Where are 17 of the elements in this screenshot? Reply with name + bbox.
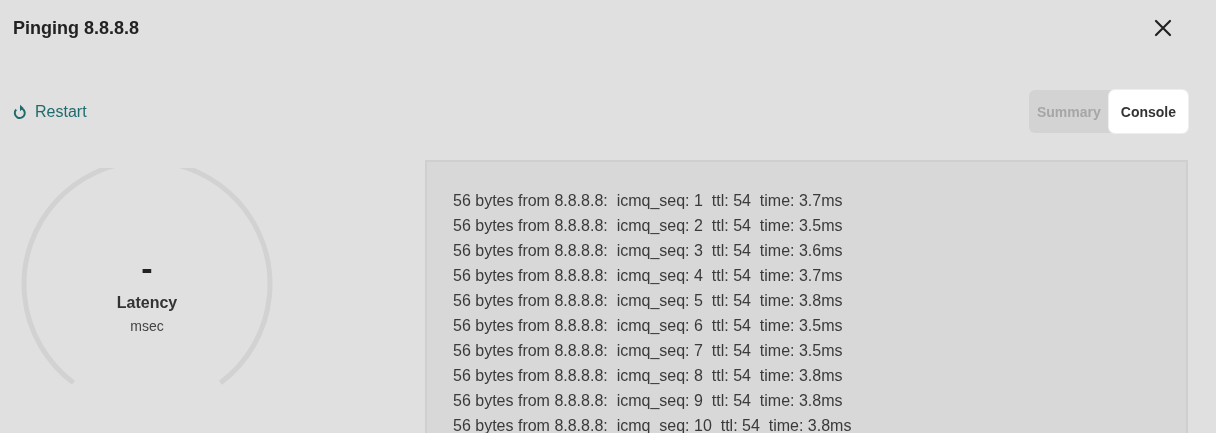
console-line: 56 bytes from 8.8.8.8: icmq_seq: 1 ttl: 54 time: 3.7ms [453, 191, 844, 211]
restart-icon [13, 103, 27, 120]
console-line: 56 bytes from 8.8.8.8: icmq_seq: 4 ttl: 54 time: 3.7ms [453, 266, 844, 286]
console-line: 56 bytes from 8.8.8.8: icmq_seq: 7 ttl: 54 time: 3.5ms [453, 341, 844, 361]
console-line: 56 bytes from 8.8.8.8: icmq_seq: 5 ttl: 54 time: 3.8ms [453, 291, 844, 311]
console-line: 56 bytes from 8.8.8.8: icmq_seq: 9 ttl: 54 time: 3.8ms [453, 391, 844, 411]
restart-button[interactable]: Restart [13, 102, 87, 121]
console-line: 56 bytes from 8.8.8.8: icmq_seq: 2 ttl: 54 time: 3.5ms [453, 216, 844, 236]
console-line: 56 bytes from 8.8.8.8: icmq_seq: 3 ttl: 54 time: 3.6ms [453, 241, 844, 261]
console-line: 56 bytes from 8.8.8.8: icmq_seq: 6 ttl: 54 time: 3.5ms [453, 316, 844, 336]
tab[interactable]: Console [1108, 90, 1188, 133]
latency-unit: msec [130, 318, 164, 334]
window-title: Pinging 8.8.8.8 [13, 17, 140, 39]
console-line: 56 bytes from 8.8.8.8: icmq_seq: 8 ttl: 54 time: 3.8ms [453, 366, 844, 386]
latency-value: - [141, 250, 153, 286]
close-icon[interactable] [1154, 19, 1172, 37]
latency-label: Latency [116, 294, 178, 312]
